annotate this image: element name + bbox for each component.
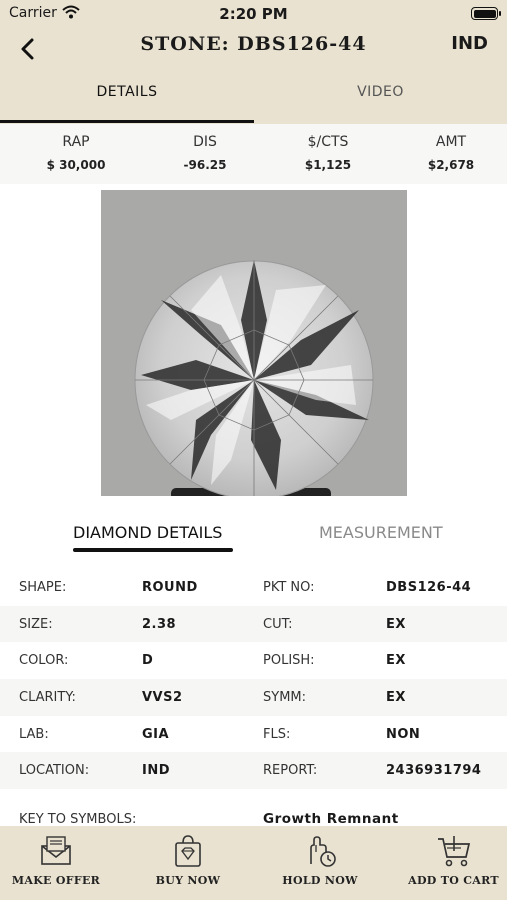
hand-clock-icon [310,836,336,867]
detail-value: 2.38 [142,616,177,632]
table-row: LAB: GIA FLS: NON [0,716,507,753]
detail-label: CLARITY: [19,690,76,706]
tab-diamond-details-indicator [73,548,233,552]
table-row: CLARITY: VVS2 SYMM: EX [0,679,507,716]
envelope-icon [41,836,71,865]
detail-value: GIA [142,726,170,742]
hold-now-button[interactable]: HOLD NOW [268,826,372,900]
detail-label: SYMM: [263,690,307,706]
price-amount: AMT $2,678 [391,134,507,172]
detail-value: NON [386,726,421,742]
detail-label: REPORT: [263,763,318,779]
detail-label: SHAPE: [19,580,67,595]
buy-now-button[interactable]: BUY NOW [136,826,240,900]
detail-label: LAB: [19,726,49,742]
table-row: SIZE: 2.38 CUT: EX [0,605,507,643]
key-to-symbols-label: KEY TO SYMBOLS: [19,812,137,827]
tab-video[interactable]: VIDEO [254,84,507,100]
detail-value: IND [142,763,171,779]
price-label: DIS [193,134,217,150]
status-time: 2:20 PM [219,5,288,23]
price-label: $/CTS [307,134,349,150]
detail-label: LOCATION: [19,763,90,779]
add-to-cart-button[interactable]: ADD TO CART [400,826,507,900]
price-rap: RAP $ 30,000 [16,134,136,172]
price-per-carat: $/CTS $1,125 [268,134,388,172]
diamond-details-table: SHAPE: ROUND PKT NO: DBS126-44 SIZE: 2.3… [0,569,507,790]
key-to-symbols-value: Growth Remnant [263,811,399,827]
price-label: AMT [435,134,467,150]
location-button[interactable]: IND [451,33,488,54]
detail-value: EX [386,653,406,669]
tab-details-indicator [0,120,254,123]
status-bar: Carrier 2:20 PM [0,0,507,28]
detail-label: CUT: [263,616,293,632]
table-row: SHAPE: ROUND PKT NO: DBS126-44 [0,569,507,606]
price-dis: DIS -96.25 [145,134,265,172]
detail-value: DBS126-44 [386,580,472,595]
add-to-cart-label: ADD TO CART [408,874,499,887]
tab-details[interactable]: DETAILS [0,84,254,100]
detail-value: EX [386,690,406,706]
bottom-action-bar: MAKE OFFER BUY NOW HOLD NOW ADD TO CART [0,826,507,900]
detail-label: SIZE: [19,616,53,632]
price-value: $2,678 [427,158,475,172]
hold-now-label: HOLD NOW [282,874,358,887]
price-value: $ 30,000 [46,158,106,172]
page-title: STONE: DBS126-44 [140,33,367,55]
make-offer-label: MAKE OFFER [11,874,101,887]
detail-value: VVS2 [142,690,183,706]
table-row: LOCATION: IND REPORT: 2436931794 [0,752,507,790]
buy-now-label: BUY NOW [155,874,221,887]
tab-diamond-details[interactable]: DIAMOND DETAILS [73,523,222,542]
price-value: $1,125 [304,158,352,172]
app-header: Carrier 2:20 PM STONE: DBS126-44 IND DET… [0,0,507,124]
diamond-image [101,190,407,496]
make-offer-button[interactable]: MAKE OFFER [4,826,108,900]
detail-label: COLOR: [19,653,69,669]
battery-icon [471,7,501,20]
tab-measurement[interactable]: MEASUREMENT [319,523,443,542]
detail-value: ROUND [142,580,198,595]
table-row: COLOR: D POLISH: EX [0,642,507,679]
shopping-bag-icon [175,835,201,867]
detail-value: 2436931794 [386,763,482,779]
price-value: -96.25 [183,158,227,172]
detail-label: FLS: [263,726,291,742]
detail-value: EX [386,616,406,632]
detail-value: D [142,653,154,669]
detail-label: PKT NO: [263,580,315,595]
cart-plus-icon [437,836,470,867]
price-label: RAP [62,134,90,150]
detail-label: POLISH: [263,653,315,669]
price-summary: RAP $ 30,000 DIS -96.25 $/CTS $1,125 AMT… [0,124,507,184]
